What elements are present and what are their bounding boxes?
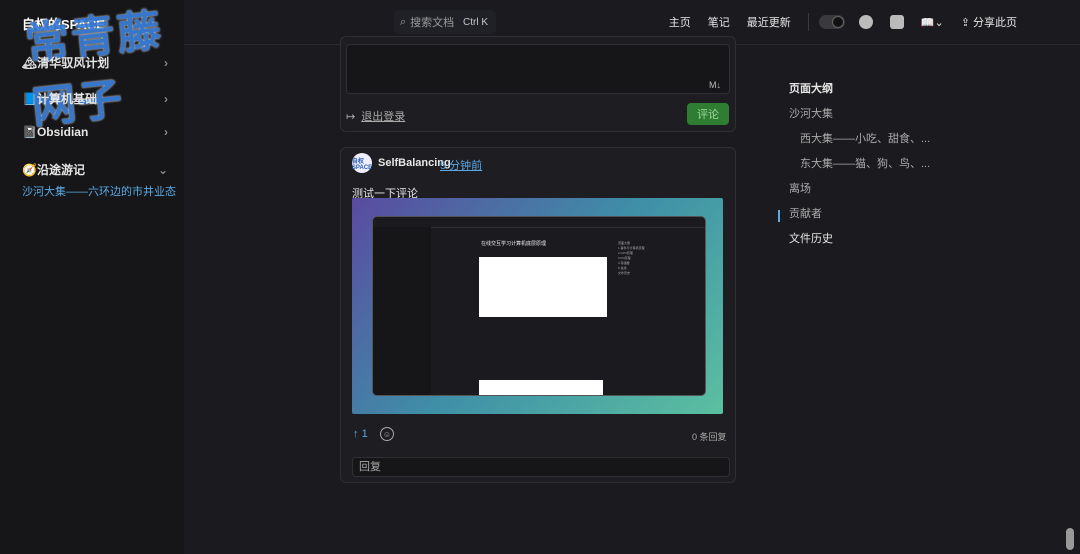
embedded-sidebar	[373, 227, 431, 395]
sidebar-item-shahe-market[interactable]: 沙河大集——六环边的市井业态	[22, 183, 176, 199]
comment-time[interactable]: 5 分钟前	[440, 157, 482, 173]
markdown-icon: M↓	[709, 80, 721, 90]
embedded-toc: 页面大纲 1 事件与计算机原理 2 CPU原理 3 I/O原理 4 存储器 5 …	[618, 241, 645, 275]
sidebar-group-cs-basics[interactable]: 📘计算机基础 ›	[22, 90, 168, 107]
compass-icon: 🧭	[22, 163, 37, 177]
reply-input[interactable]: 回复	[352, 457, 730, 477]
share-page-button[interactable]: ⇪ 分享此页	[961, 14, 1034, 30]
sidebar-group-label: 📓Obsidian	[22, 125, 89, 139]
logout-link[interactable]: ↦ 退出登录	[346, 108, 405, 124]
divider	[807, 13, 809, 31]
nav-home[interactable]: 主页	[669, 14, 691, 30]
theme-toggle[interactable]	[818, 15, 845, 29]
embedded-title: 在线交互学习计算机底层原理	[481, 241, 547, 247]
sidebar: 自权的SPACE 常青藤网子 🏔清华驭风计划 › 📘计算机基础 › 📓Obsid…	[0, 0, 184, 554]
outline-heading: 页面大纲	[789, 83, 833, 95]
notebook-icon: 📓	[22, 125, 37, 139]
book-icon: 📘	[22, 92, 37, 106]
sidebar-group-label: 🧭沿途游记	[22, 163, 85, 177]
chevron-down-icon: ⌄	[157, 162, 168, 177]
comment-textarea[interactable]: M↓	[346, 44, 730, 94]
nav-recent[interactable]: 最近更新	[747, 14, 791, 30]
outline-item[interactable]: 西大集——小吃、甜食、...	[800, 130, 939, 146]
sidebar-group-label: 📘计算机基础	[22, 92, 97, 106]
submit-comment-button[interactable]: 评论	[687, 103, 729, 125]
sidebar-group-travel[interactable]: 🧭沿途游记 ⌄	[22, 161, 168, 178]
chevron-right-icon: ›	[164, 55, 168, 70]
reply-count: 0 条回复	[692, 432, 727, 442]
discord-icon[interactable]	[889, 15, 904, 29]
nav-notes[interactable]: 笔记	[708, 14, 730, 30]
embedded-diagram-2	[479, 380, 603, 395]
add-reaction-icon[interactable]: ☺	[380, 427, 394, 441]
outline-item[interactable]: 东大集——猫、狗、鸟、...	[800, 155, 939, 171]
page-outline: 页面大纲 沙河大集 西大集——小吃、甜食、... 东大集——猫、狗、鸟、... …	[789, 80, 939, 255]
embedded-diagram	[479, 257, 607, 317]
mountain-icon: 🏔	[22, 56, 38, 70]
arrow-up-icon: ↑	[353, 428, 359, 440]
comment-image[interactable]: 在线交互学习计算机底层原理 页面大纲 1 事件与计算机原理 2 CPU原理 3 …	[352, 198, 723, 414]
sidebar-group-label: 🏔清华驭风计划	[22, 56, 110, 70]
chevron-right-icon: ›	[164, 125, 168, 139]
search-icon: ⌕	[400, 15, 407, 28]
outline-item[interactable]: 文件历史	[789, 230, 939, 246]
chevron-right-icon: ›	[164, 91, 168, 106]
page-scrollbar[interactable]	[1066, 528, 1074, 550]
outline-item[interactable]: 贡献者	[789, 205, 939, 221]
sidebar-group-obsidian[interactable]: 📓Obsidian ›	[22, 125, 168, 139]
upvote-button[interactable]: ↑ 1	[353, 428, 368, 440]
translate-menu-icon[interactable]: 📖⌄	[921, 16, 944, 29]
sidebar-group-tsinghua[interactable]: 🏔清华驭风计划 ›	[22, 54, 168, 71]
embedded-screenshot: 在线交互学习计算机底层原理 页面大纲 1 事件与计算机原理 2 CPU原理 3 …	[372, 216, 706, 396]
search-button[interactable]: ⌕ 搜索文档 Ctrl K	[394, 10, 496, 34]
outline-item[interactable]: 离场	[789, 180, 939, 196]
github-icon[interactable]	[858, 15, 873, 29]
outline-active-marker	[778, 210, 780, 222]
search-shortcut: Ctrl K	[463, 16, 488, 28]
logout-icon: ↦	[346, 110, 356, 123]
avatar[interactable]: 自权SPACE	[352, 153, 372, 173]
search-placeholder: 搜索文档	[410, 17, 455, 29]
outline-item[interactable]: 沙河大集	[789, 105, 939, 121]
